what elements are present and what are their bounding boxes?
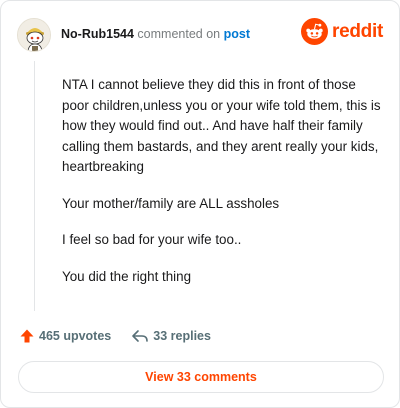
comment-paragraph: Your mother/family are ALL assholes	[62, 195, 280, 211]
comment-body: NTA I cannot believe they did this in fr…	[62, 75, 384, 303]
byline: No-Rub1544 commented on post	[61, 27, 250, 41]
upvote-arrow-icon	[19, 328, 35, 344]
comment-paragraph: NTA I cannot believe they did this in fr…	[62, 77, 381, 174]
username-link[interactable]: No-Rub1544	[61, 27, 134, 41]
upvote-button[interactable]: 465 upvotes	[19, 328, 111, 344]
thread-line	[34, 61, 35, 311]
upvote-count: 465 upvotes	[39, 329, 112, 343]
action-text: commented on	[137, 27, 221, 41]
user-avatar[interactable]	[17, 18, 51, 52]
comment-header: No-Rub1544 commented on post reddit	[17, 17, 383, 53]
reddit-wordmark: reddit	[332, 20, 383, 42]
comment-paragraph: I feel so bad for your wife too..	[62, 232, 242, 247]
comment-paragraph: You did the right thing	[62, 268, 192, 284]
view-comments-button[interactable]: View 33 comments	[18, 361, 384, 393]
comment-actions: 465 upvotes 33 replies	[19, 326, 211, 346]
post-link[interactable]: post	[224, 27, 250, 41]
snoo-avatar-icon	[18, 19, 50, 51]
comment-card: No-Rub1544 commented on post reddit NTA …	[0, 0, 400, 408]
reddit-logo-icon	[301, 18, 329, 45]
reply-arrow-icon	[131, 328, 149, 344]
reddit-brand[interactable]: reddit	[301, 18, 383, 45]
reply-count: 33 replies	[153, 329, 211, 343]
replies-button[interactable]: 33 replies	[131, 328, 211, 344]
